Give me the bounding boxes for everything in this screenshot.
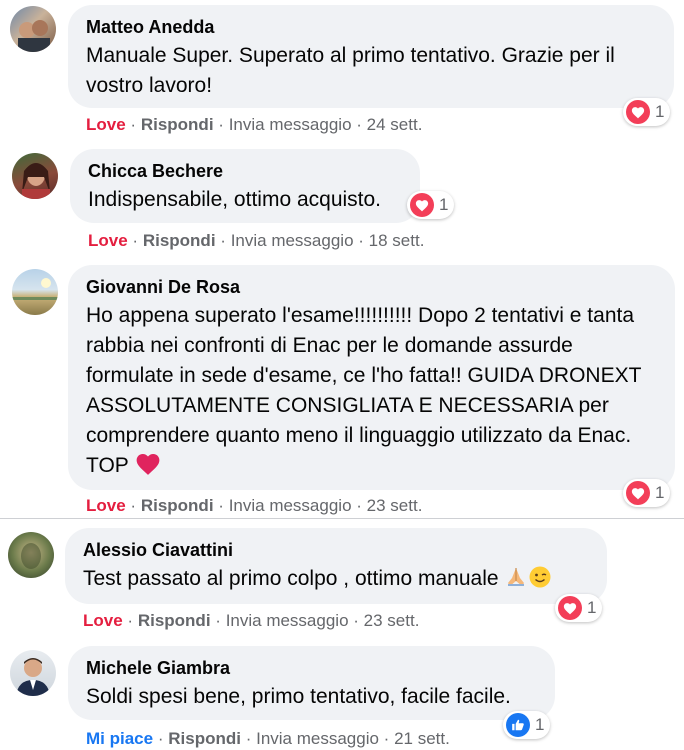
comment-author[interactable]: Matteo Anedda <box>86 15 656 39</box>
comment-actions: Mi piace · Rispondi · Invia messaggio · … <box>86 728 450 750</box>
comment-bubble: Michele Giambra Soldi spesi bene, primo … <box>68 646 555 720</box>
separator: · <box>245 729 252 748</box>
reply-link[interactable]: Rispondi <box>138 611 211 630</box>
heart-icon <box>410 193 434 217</box>
separator: · <box>353 611 359 630</box>
comment-text-body: Ho appena superato l'esame!!!!!!!!!! Dop… <box>86 304 642 477</box>
comment-actions: Love · Rispondi · Invia messaggio · 18 s… <box>88 230 424 252</box>
folded-hands-emoji <box>504 565 528 598</box>
comment-author[interactable]: Giovanni De Rosa <box>86 275 657 299</box>
avatar[interactable] <box>10 6 56 52</box>
love-reaction-link[interactable]: Love <box>83 611 123 630</box>
reply-link[interactable]: Rispondi <box>143 231 216 250</box>
timestamp[interactable]: 24 sett. <box>367 115 423 134</box>
reaction-count: 1 <box>587 598 597 617</box>
love-reaction-link[interactable]: Love <box>86 115 126 134</box>
avatar[interactable] <box>12 269 58 315</box>
comment-text-body: Test passato al primo colpo , ottimo man… <box>83 567 499 590</box>
like-reaction-link[interactable]: Mi piace <box>86 729 153 748</box>
reply-link[interactable]: Rispondi <box>141 496 214 515</box>
comment-bubble: Chicca Bechere Indispensabile, ottimo ac… <box>70 149 420 223</box>
separator: · <box>356 115 362 134</box>
heart-icon <box>626 481 650 505</box>
love-reaction-link[interactable]: Love <box>88 231 128 250</box>
comment-bubble: Giovanni De Rosa Ho appena superato l'es… <box>68 265 675 490</box>
timestamp[interactable]: 23 sett. <box>364 611 420 630</box>
send-message-link[interactable]: Invia messaggio <box>226 611 349 630</box>
separator: · <box>130 115 137 134</box>
send-message-link[interactable]: Invia messaggio <box>231 231 354 250</box>
separator: · <box>220 231 226 250</box>
reaction-count: 1 <box>655 102 665 121</box>
timestamp[interactable]: 21 sett. <box>394 729 450 748</box>
separator: · <box>218 115 224 134</box>
avatar[interactable] <box>10 650 56 696</box>
comment-author[interactable]: Michele Giambra <box>86 656 537 680</box>
reaction-summary[interactable]: 1 <box>503 711 551 739</box>
screenshot-divider <box>0 518 684 519</box>
reaction-summary[interactable]: 1 <box>623 98 671 126</box>
separator: · <box>383 729 390 748</box>
reaction-summary[interactable]: 1 <box>555 594 603 622</box>
separator: · <box>132 231 139 250</box>
comment-text: Test passato al primo colpo , ottimo man… <box>83 564 589 598</box>
comment-author[interactable]: Alessio Ciavattini <box>83 538 589 562</box>
comment-actions: Love · Rispondi · Invia messaggio · 23 s… <box>86 495 422 517</box>
comment-actions: Love · Rispondi · Invia messaggio · 24 s… <box>86 114 422 136</box>
comment-text: Soldi spesi bene, primo tentativo, facil… <box>86 685 511 708</box>
timestamp[interactable]: 18 sett. <box>369 231 425 250</box>
avatar[interactable] <box>8 532 54 578</box>
separator: · <box>157 729 164 748</box>
timestamp[interactable]: 23 sett. <box>367 496 423 515</box>
reaction-count: 1 <box>439 195 449 214</box>
winking-face-emoji <box>528 565 552 598</box>
love-reaction-link[interactable]: Love <box>86 496 126 515</box>
separator: · <box>215 611 221 630</box>
separator: · <box>127 611 134 630</box>
heart-icon <box>558 596 582 620</box>
comment-author[interactable]: Chicca Bechere <box>88 159 402 183</box>
comment-text: Manuale Super. Superato al primo tentati… <box>86 44 615 97</box>
comment-bubble: Matteo Anedda Manuale Super. Superato al… <box>68 5 674 108</box>
send-message-link[interactable]: Invia messaggio <box>229 496 352 515</box>
red-heart-emoji <box>135 452 161 485</box>
reaction-count: 1 <box>535 715 545 734</box>
comment-text: Indispensabile, ottimo acquisto. <box>88 188 382 211</box>
heart-icon <box>626 100 650 124</box>
separator: · <box>358 231 364 250</box>
comment-bubble: Alessio Ciavattini Test passato al primo… <box>65 528 607 604</box>
reaction-summary[interactable]: 1 <box>623 479 671 507</box>
separator: · <box>356 496 362 515</box>
send-message-link[interactable]: Invia messaggio <box>256 729 379 748</box>
separator: · <box>218 496 224 515</box>
send-message-link[interactable]: Invia messaggio <box>229 115 352 134</box>
separator: · <box>130 496 137 515</box>
reaction-count: 1 <box>655 483 665 502</box>
reaction-summary[interactable]: 1 <box>407 191 455 219</box>
comment-text: Ho appena superato l'esame!!!!!!!!!! Dop… <box>86 301 661 485</box>
comment-actions: Love · Rispondi · Invia messaggio · 23 s… <box>83 610 419 632</box>
thumbs-up-icon <box>506 713 530 737</box>
reply-link[interactable]: Rispondi <box>168 729 241 748</box>
avatar[interactable] <box>12 153 58 199</box>
reply-link[interactable]: Rispondi <box>141 115 214 134</box>
